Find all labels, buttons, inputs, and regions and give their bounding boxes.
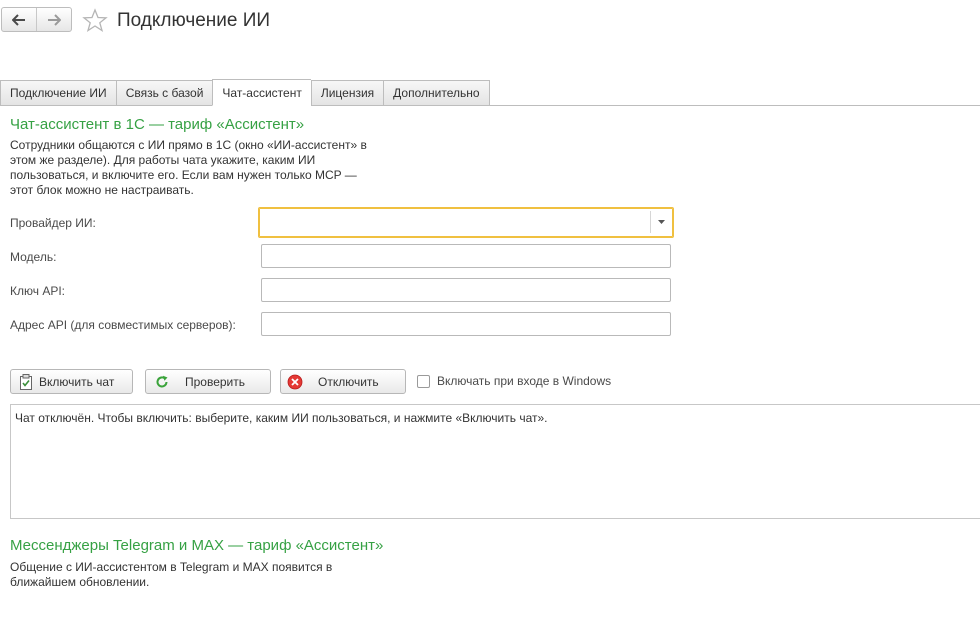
tab-database-link[interactable]: Связь с базой (115, 80, 213, 106)
forward-button[interactable] (36, 8, 71, 31)
navigation-buttons (1, 7, 72, 32)
chevron-down-icon (657, 220, 665, 224)
messengers-description: Общение с ИИ-ассистентом в Telegram и MA… (10, 560, 332, 590)
messengers-description-line: Общение с ИИ-ассистентом в Telegram и MA… (10, 560, 333, 574)
chat-description-line: пользоваться, и включите его. Если вам н… (10, 168, 357, 182)
autostart-checkbox[interactable] (417, 375, 430, 388)
api-key-label: Ключ API: (10, 284, 65, 298)
arrow-right-icon (48, 13, 61, 26)
model-input[interactable] (261, 244, 671, 268)
page-title: Подключение ИИ (117, 10, 271, 31)
check-button[interactable]: Проверить (145, 369, 271, 394)
api-address-input[interactable] (261, 312, 671, 336)
tab-license[interactable]: Лицензия (310, 80, 384, 106)
disable-button[interactable]: Отключить (280, 369, 406, 394)
check-label: Проверить (185, 374, 246, 389)
model-label: Модель: (10, 250, 57, 264)
api-key-input[interactable] (261, 278, 671, 302)
provider-dropdown-button[interactable] (650, 211, 671, 233)
favorite-star-button[interactable] (82, 8, 108, 32)
enable-chat-button[interactable]: Включить чат (10, 369, 133, 394)
disable-label: Отключить (318, 374, 379, 389)
cancel-icon (286, 373, 304, 391)
api-address-label: Адрес API (для совместимых серверов): (10, 318, 236, 332)
chat-description-line: этом же разделе). Для работы чата укажит… (10, 153, 316, 167)
chat-description: Сотрудники общаются с ИИ прямо в 1С (окн… (10, 138, 367, 198)
refresh-icon (153, 373, 171, 391)
back-button[interactable] (2, 8, 36, 31)
provider-label: Провайдер ИИ: (10, 216, 96, 230)
chat-status-box: Чат отключён. Чтобы включить: выберите, … (10, 404, 980, 519)
messengers-description-line: ближайшем обновлении. (10, 575, 150, 589)
chat-description-line: Сотрудники общаются с ИИ прямо в 1С (окн… (10, 138, 367, 152)
chat-status-text: Чат отключён. Чтобы включить: выберите, … (15, 411, 548, 425)
enable-chat-label: Включить чат (39, 374, 115, 389)
tab-ai-connection[interactable]: Подключение ИИ (0, 80, 116, 106)
chat-description-line: этот блок можно не настраивать. (10, 183, 194, 197)
clipboard-icon (17, 373, 35, 391)
tab-bar: Подключение ИИ Связь с базой Чат-ассисте… (0, 79, 490, 106)
arrow-left-icon (12, 13, 25, 26)
tab-additional[interactable]: Дополнительно (383, 80, 490, 106)
star-icon (82, 8, 108, 32)
autostart-label[interactable]: Включать при входе в Windows (437, 374, 611, 388)
provider-select[interactable] (258, 207, 674, 238)
tab-chat-assistant[interactable]: Чат-ассистент (212, 79, 311, 106)
chat-section-title: Чат-ассистент в 1С — тариф «Ассистент» (10, 116, 305, 133)
messengers-section-title: Мессенджеры Telegram и MAX — тариф «Асси… (10, 537, 384, 554)
